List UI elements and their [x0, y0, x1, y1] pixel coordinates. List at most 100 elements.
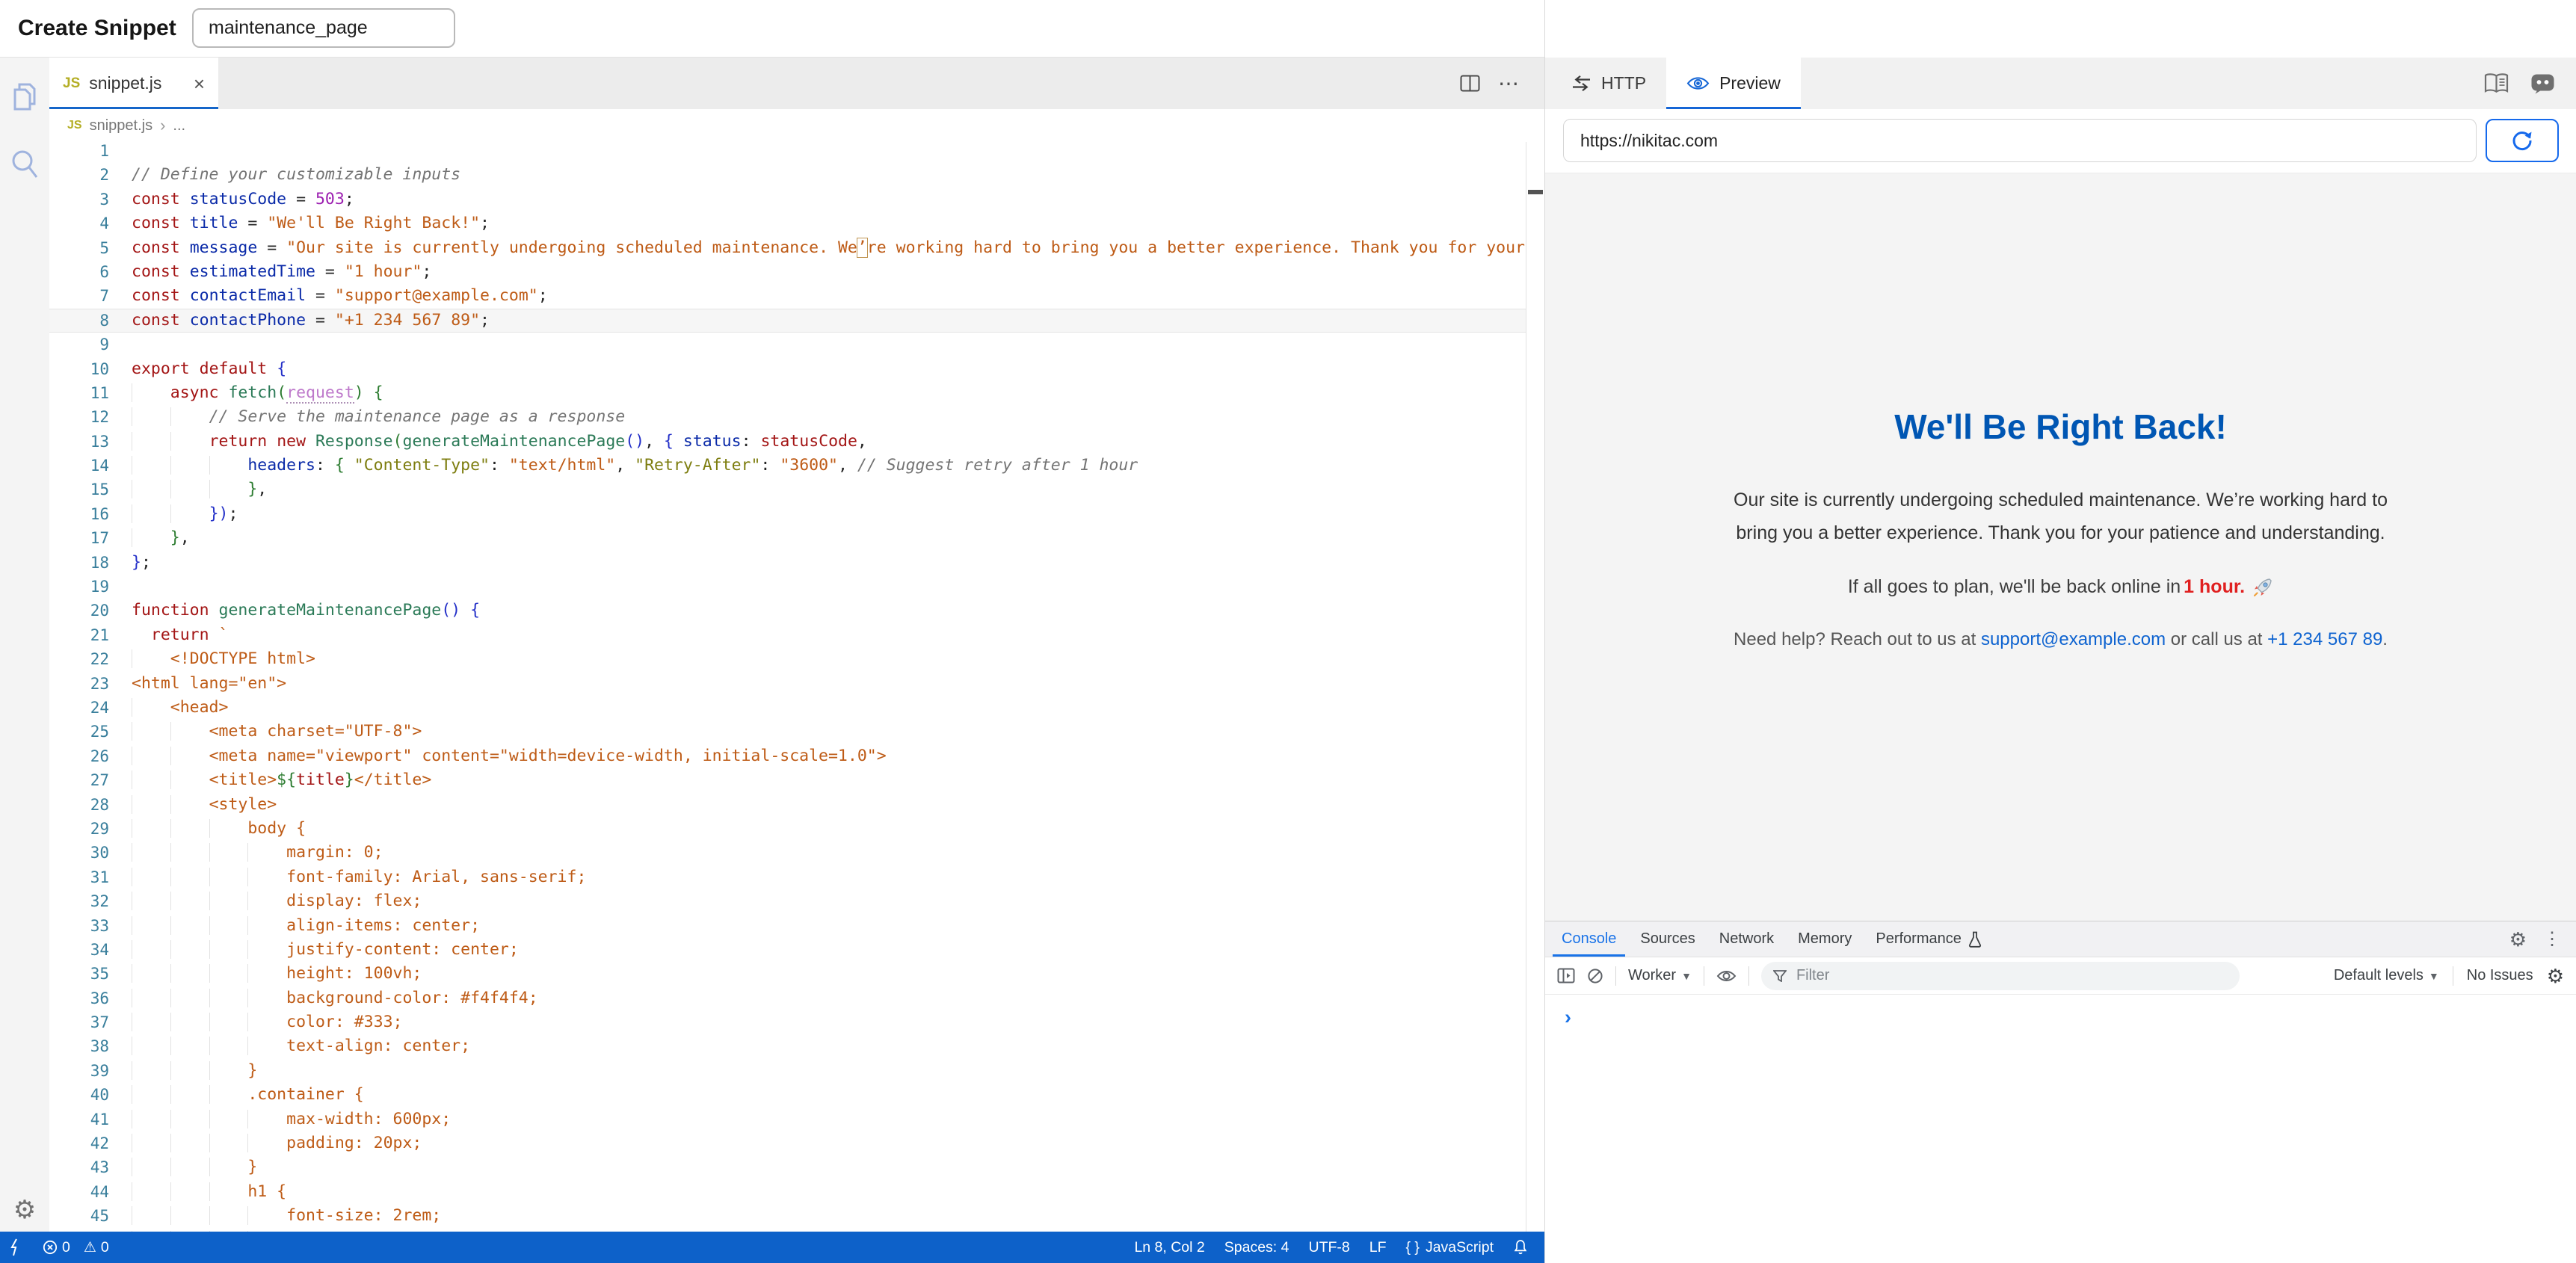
- tab-preview[interactable]: Preview: [1666, 58, 1801, 109]
- more-actions-icon[interactable]: ⋯: [1498, 73, 1519, 94]
- code-line[interactable]: 14 headers: { "Content-Type": "text/html…: [49, 454, 1544, 478]
- editor-scrollbar[interactable]: [1526, 142, 1544, 1232]
- preview-pane: HTTP Preview: [1544, 0, 2576, 1263]
- code-line[interactable]: 1: [49, 142, 1544, 163]
- code-line[interactable]: 40 .container {: [49, 1083, 1544, 1107]
- breadcrumb-file[interactable]: snippet.js: [90, 117, 153, 135]
- code-line[interactable]: 8const contactPhone = "+1 234 567 89";: [49, 309, 1544, 333]
- code-line[interactable]: 11 async fetch(request) {: [49, 381, 1544, 405]
- toolbar-divider: [1748, 966, 1749, 986]
- code-line[interactable]: 24 <head>: [49, 696, 1544, 720]
- code-line[interactable]: 33 align-items: center;: [49, 914, 1544, 938]
- code-line[interactable]: 10export default {: [49, 357, 1544, 381]
- devtools-tab-sources[interactable]: Sources: [1628, 921, 1707, 957]
- discord-icon[interactable]: [2530, 73, 2555, 94]
- console-context-selector[interactable]: Worker ▼: [1628, 967, 1692, 984]
- code-line[interactable]: 9: [49, 333, 1544, 356]
- code-line[interactable]: 5const message = "Our site is currently …: [49, 236, 1544, 260]
- tab-http[interactable]: HTTP: [1551, 58, 1666, 109]
- code-line[interactable]: 19: [49, 575, 1544, 599]
- language-mode[interactable]: { } JavaScript: [1406, 1239, 1494, 1256]
- line-number: 7: [49, 284, 132, 308]
- code-editor[interactable]: 12// Define your customizable inputs3con…: [49, 142, 1544, 1232]
- code-line[interactable]: 28 <style>: [49, 793, 1544, 817]
- line-number: 25: [49, 720, 132, 744]
- encoding-setting[interactable]: UTF-8: [1308, 1239, 1349, 1256]
- code-line[interactable]: 22 <!DOCTYPE html>: [49, 647, 1544, 671]
- log-levels-selector[interactable]: Default levels ▼: [2334, 967, 2439, 984]
- console-output[interactable]: ›: [1545, 995, 2576, 1028]
- code-line[interactable]: 4const title = "We'll Be Right Back!";: [49, 211, 1544, 235]
- code-line[interactable]: 37 color: #333;: [49, 1010, 1544, 1034]
- devtools-tab-network[interactable]: Network: [1707, 921, 1786, 957]
- code-line[interactable]: 39 }: [49, 1059, 1544, 1083]
- line-number: 2: [49, 163, 132, 187]
- code-line[interactable]: 21 return `: [49, 623, 1544, 647]
- code-line[interactable]: 3const statusCode = 503;: [49, 188, 1544, 211]
- code-line[interactable]: 12 // Serve the maintenance page as a re…: [49, 405, 1544, 429]
- code-line[interactable]: 20function generateMaintenancePage() {: [49, 599, 1544, 623]
- code-line[interactable]: 44 h1 {: [49, 1180, 1544, 1204]
- code-line[interactable]: 27 <title>${title}</title>: [49, 768, 1544, 792]
- code-line[interactable]: 43 }: [49, 1155, 1544, 1179]
- split-editor-icon[interactable]: [1460, 75, 1480, 92]
- refresh-button[interactable]: [2486, 119, 2559, 162]
- console-sidebar-toggle-icon[interactable]: [1557, 968, 1575, 983]
- code-line[interactable]: 41 max-width: 600px;: [49, 1108, 1544, 1131]
- line-number: 13: [49, 430, 132, 454]
- indentation-setting[interactable]: Spaces: 4: [1224, 1239, 1289, 1256]
- code-line[interactable]: 45 font-size: 2rem;: [49, 1204, 1544, 1228]
- code-line[interactable]: 31 font-family: Arial, sans-serif;: [49, 865, 1544, 889]
- code-line[interactable]: 36 background-color: #f4f4f4;: [49, 986, 1544, 1010]
- phone-link[interactable]: +1 234 567 89: [2267, 629, 2382, 649]
- tab-snippet-js[interactable]: JS snippet.js ×: [49, 58, 218, 109]
- code-line[interactable]: 2// Define your customizable inputs: [49, 163, 1544, 187]
- code-line[interactable]: 29 body {: [49, 817, 1544, 841]
- code-line[interactable]: 6const estimatedTime = "1 hour";: [49, 260, 1544, 284]
- close-tab-icon[interactable]: ×: [194, 74, 205, 93]
- devtools-tab-memory[interactable]: Memory: [1786, 921, 1864, 957]
- clear-console-icon[interactable]: [1587, 968, 1603, 984]
- console-settings-icon[interactable]: ⚙: [2547, 966, 2564, 986]
- code-line[interactable]: 7const contactEmail = "support@example.c…: [49, 284, 1544, 308]
- docs-book-icon[interactable]: [2483, 72, 2509, 94]
- settings-gear-icon[interactable]: ⚙: [13, 1197, 36, 1223]
- eol-setting[interactable]: LF: [1369, 1239, 1387, 1256]
- code-line[interactable]: 34 justify-content: center;: [49, 938, 1544, 962]
- devtools-tab-performance[interactable]: Performance: [1864, 921, 1994, 957]
- issues-counter[interactable]: No Issues: [2467, 967, 2533, 984]
- code-line[interactable]: 23<html lang="en">: [49, 672, 1544, 696]
- cursor-position[interactable]: Ln 8, Col 2: [1134, 1239, 1204, 1256]
- line-number: 42: [49, 1131, 132, 1155]
- code-line[interactable]: 17 },: [49, 526, 1544, 550]
- code-line[interactable]: 15 },: [49, 478, 1544, 501]
- kebab-menu-icon[interactable]: ⋮: [2543, 930, 2561, 948]
- remote-indicator-icon[interactable]: [9, 1238, 21, 1257]
- code-line[interactable]: 25 <meta charset="UTF-8">: [49, 720, 1544, 744]
- javascript-file-icon: JS: [67, 119, 82, 132]
- code-line[interactable]: 38 text-align: center;: [49, 1034, 1544, 1058]
- code-line[interactable]: 35 height: 100vh;: [49, 962, 1544, 986]
- filter-input[interactable]: [1795, 966, 2228, 985]
- code-line[interactable]: 32 display: flex;: [49, 889, 1544, 913]
- breadcrumb[interactable]: JS snippet.js › ...: [49, 109, 1544, 142]
- code-line[interactable]: 42 padding: 20px;: [49, 1131, 1544, 1155]
- code-line[interactable]: 26 <meta name="viewport" content="width=…: [49, 744, 1544, 768]
- live-expression-eye-icon[interactable]: [1716, 969, 1737, 983]
- snippet-name-input[interactable]: [192, 8, 455, 48]
- support-email-link[interactable]: support@example.com: [1981, 629, 2166, 649]
- notifications-bell-icon[interactable]: [1513, 1239, 1528, 1256]
- url-input[interactable]: [1563, 119, 2477, 162]
- problems-indicator[interactable]: 0 ⚠ 0: [43, 1239, 109, 1256]
- code-line[interactable]: 18};: [49, 551, 1544, 575]
- breadcrumb-more[interactable]: ...: [173, 117, 185, 135]
- code-line[interactable]: 30 margin: 0;: [49, 841, 1544, 865]
- devtools-tab-console[interactable]: Console: [1550, 921, 1628, 957]
- devtools-settings-icon[interactable]: ⚙: [2509, 930, 2527, 949]
- console-filter[interactable]: [1761, 962, 2240, 990]
- code-line[interactable]: 16 });: [49, 502, 1544, 526]
- console-prompt[interactable]: ›: [1565, 1006, 1571, 1028]
- search-icon[interactable]: [9, 149, 40, 182]
- files-copy-icon[interactable]: [10, 80, 40, 113]
- code-line[interactable]: 13 return new Response(generateMaintenan…: [49, 430, 1544, 454]
